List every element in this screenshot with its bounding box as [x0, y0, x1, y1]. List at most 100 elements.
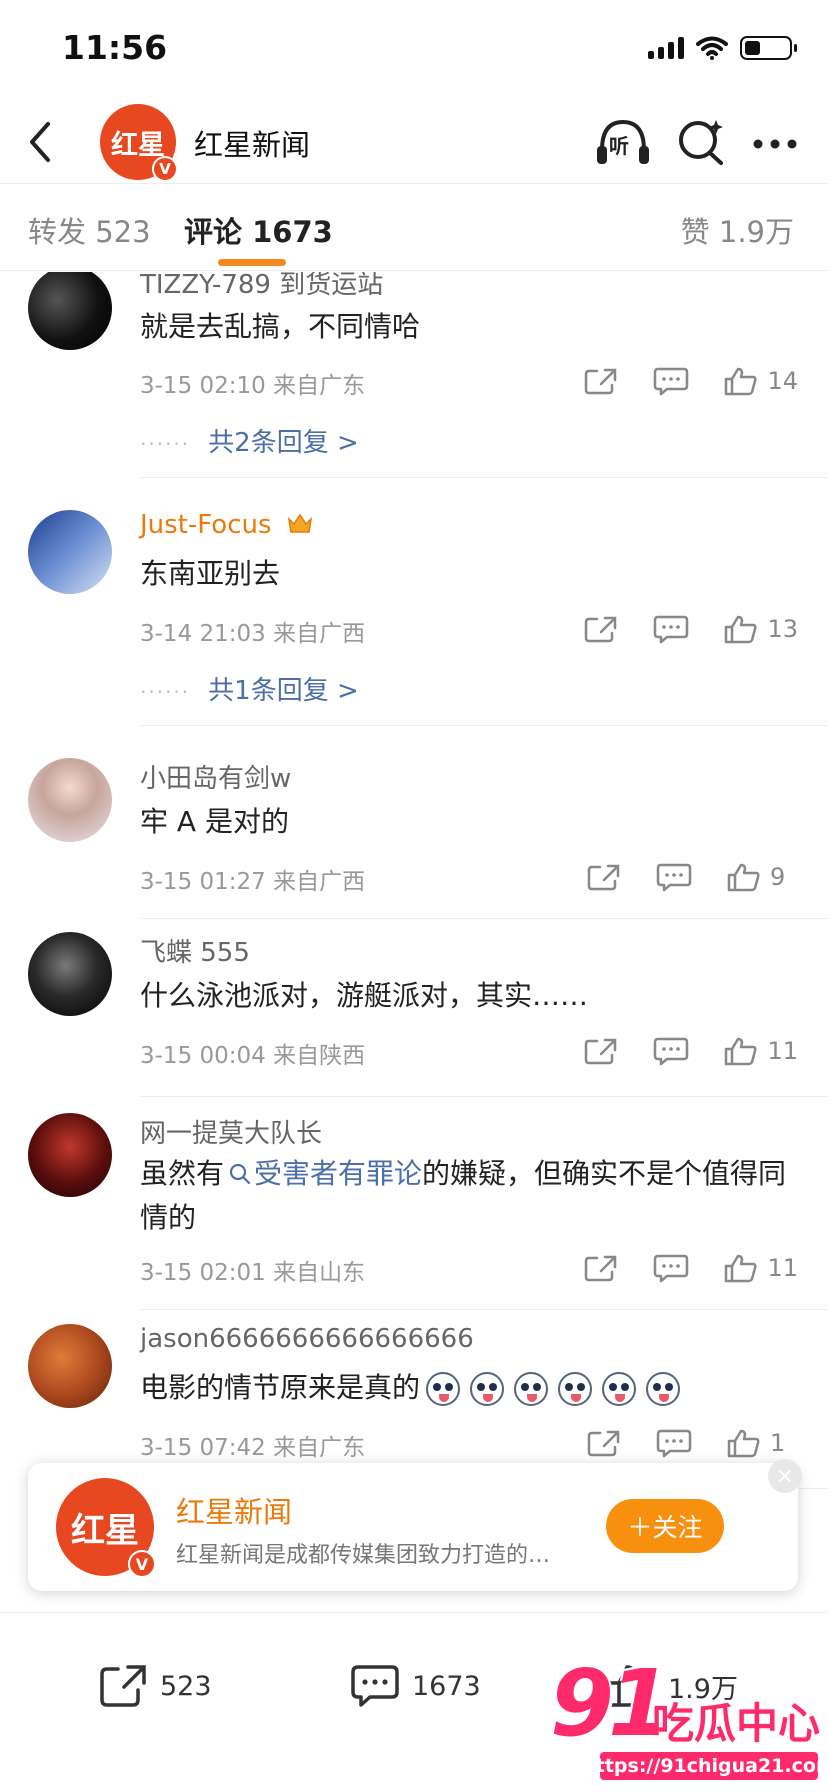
comment-actions: 11 [583, 1253, 798, 1283]
tab-reposts[interactable]: 转发 523 [28, 209, 151, 251]
replies-label: 共2条回复 > [208, 428, 359, 458]
comment-bubble-icon [351, 1665, 399, 1707]
battery-icon [740, 36, 797, 60]
tab-bar: 转发 523 评论 1673 赞 1.9万 [0, 185, 828, 271]
watermark-url: https://91chigua21.com [582, 1752, 828, 1780]
comment-text-main: 电影的情节原来是真的 [140, 1371, 421, 1404]
card-avatar[interactable]: 红星 V [56, 1478, 156, 1578]
like-icon[interactable] [723, 1253, 759, 1283]
tab-likes[interactable]: 赞 1.9万 [681, 209, 794, 251]
like-icon[interactable] [726, 1428, 762, 1458]
battery-level [745, 41, 760, 55]
comment-meta: 3-14 21:03 来自广西 [140, 614, 365, 648]
user-avatar[interactable] [28, 1324, 112, 1408]
crown-badge-icon [286, 511, 314, 535]
comment-actions: 13 [583, 614, 798, 644]
comment-location: 来自广东 [273, 373, 366, 399]
comment-icon[interactable] [656, 1428, 692, 1458]
laughing-emoji-icon [646, 1372, 681, 1406]
back-arrow-icon[interactable] [22, 118, 62, 166]
topic-link[interactable]: 受害者有罪论 [224, 1157, 422, 1190]
comment-icon[interactable] [653, 1253, 689, 1283]
like-count: 11 [767, 1037, 798, 1065]
replies-dots: ······ [140, 680, 191, 704]
comment-location: 来自广西 [273, 869, 366, 895]
comment-actions: 14 [583, 366, 798, 396]
account-name[interactable]: 红星新闻 [194, 122, 310, 164]
share-icon[interactable] [583, 366, 619, 396]
laughing-emoji-icon [514, 1372, 549, 1406]
repost-button[interactable]: 523 [98, 1663, 212, 1709]
share-icon[interactable] [586, 862, 622, 892]
divider [140, 1096, 828, 1097]
share-icon[interactable] [586, 1428, 622, 1458]
user-avatar[interactable] [28, 272, 112, 350]
laughing-emoji-icon [558, 1372, 593, 1406]
user-avatar[interactable] [28, 510, 112, 594]
like-icon[interactable] [726, 862, 762, 892]
verified-badge-icon: V [128, 1550, 156, 1578]
status-icons [648, 36, 797, 60]
tab-comments[interactable]: 评论 1673 [184, 209, 333, 251]
replies-label: 共1条回复 > [208, 676, 359, 706]
like-icon[interactable] [723, 1036, 759, 1066]
divider [140, 918, 828, 919]
like-count: 1 [770, 1429, 786, 1457]
comment-username[interactable]: jason6666666666666666 [140, 1324, 474, 1354]
wifi-icon [696, 36, 728, 60]
comment-text: 虽然有 受害者有罪论的嫌疑，但确实不是个值得同情的 [140, 1152, 805, 1240]
card-account-name[interactable]: 红星新闻 [176, 1489, 292, 1531]
search-icon[interactable] [676, 116, 728, 168]
emoji-row [426, 1371, 690, 1406]
like-icon[interactable] [723, 366, 759, 396]
verified-badge-icon: V [152, 156, 178, 182]
comment-username[interactable]: 小田岛有剑w [140, 758, 291, 795]
laughing-emoji-icon [602, 1372, 637, 1406]
share-icon[interactable] [583, 614, 619, 644]
comment-time: 3-15 02:01 [140, 1260, 266, 1286]
user-avatar[interactable] [28, 1113, 112, 1197]
comment-list[interactable]: TIZZY-789 到货运站 就是去乱搞，不同情哈 3-15 02:10 来自广… [0, 272, 828, 1612]
share-icon[interactable] [583, 1253, 619, 1283]
comment-username[interactable]: TIZZY-789 到货运站 [140, 272, 383, 301]
comment-icon[interactable] [653, 366, 689, 396]
comment-icon[interactable] [656, 862, 692, 892]
comment-time: 3-15 00:04 [140, 1043, 266, 1069]
share-icon[interactable] [583, 1036, 619, 1066]
view-replies-link[interactable]: ······ 共1条回复 > [140, 670, 359, 707]
comment-text: 牢 A 是对的 [140, 805, 289, 838]
comment-username[interactable]: Just-Focus [140, 510, 314, 540]
status-time: 11:56 [62, 28, 168, 67]
comment-location: 来自陕西 [273, 1043, 366, 1069]
repost-icon [100, 1665, 146, 1707]
card-description: 红星新闻是成都传媒集团致力打造的… [176, 1543, 551, 1568]
divider [140, 477, 828, 478]
comment-actions: 1 [586, 1428, 798, 1458]
comment-count: 1673 [412, 1670, 481, 1702]
view-replies-link[interactable]: ······ 共2条回复 > [140, 422, 359, 459]
more-options-icon[interactable] [752, 138, 798, 150]
topic-search-icon [229, 1163, 251, 1185]
comment-actions: 11 [583, 1036, 798, 1066]
replies-dots: ······ [140, 432, 191, 456]
close-card-button[interactable]: × [768, 1459, 802, 1493]
divider [140, 1309, 828, 1310]
comment-meta: 3-15 02:01 来自山东 [140, 1253, 365, 1287]
follow-suggestion-card[interactable]: 红星 V 红星新闻 红星新闻是成都传媒集团致力打造的… ＋关注 × [28, 1459, 802, 1591]
comment-time: 3-15 01:27 [140, 869, 266, 895]
like-count: 9 [770, 863, 786, 891]
user-avatar[interactable] [28, 932, 112, 1016]
comment-username[interactable]: 网一提莫大队长 [140, 1113, 322, 1150]
comment-location: 来自山东 [273, 1260, 366, 1286]
comment-text-before: 虽然有 [140, 1157, 225, 1190]
like-icon[interactable] [723, 614, 759, 644]
comment-username[interactable]: 飞蝶 555 [140, 932, 250, 969]
comment-text: 就是去乱搞，不同情哈 [140, 310, 421, 343]
comment-button[interactable]: 1673 [350, 1663, 481, 1709]
comment-icon[interactable] [653, 1036, 689, 1066]
account-avatar[interactable]: 红星 V [100, 104, 178, 182]
comment-icon[interactable] [653, 614, 689, 644]
follow-button[interactable]: ＋关注 [606, 1499, 724, 1553]
comment-text: 什么泳池派对，游艇派对，其实…… [140, 979, 589, 1012]
user-avatar[interactable] [28, 758, 112, 842]
